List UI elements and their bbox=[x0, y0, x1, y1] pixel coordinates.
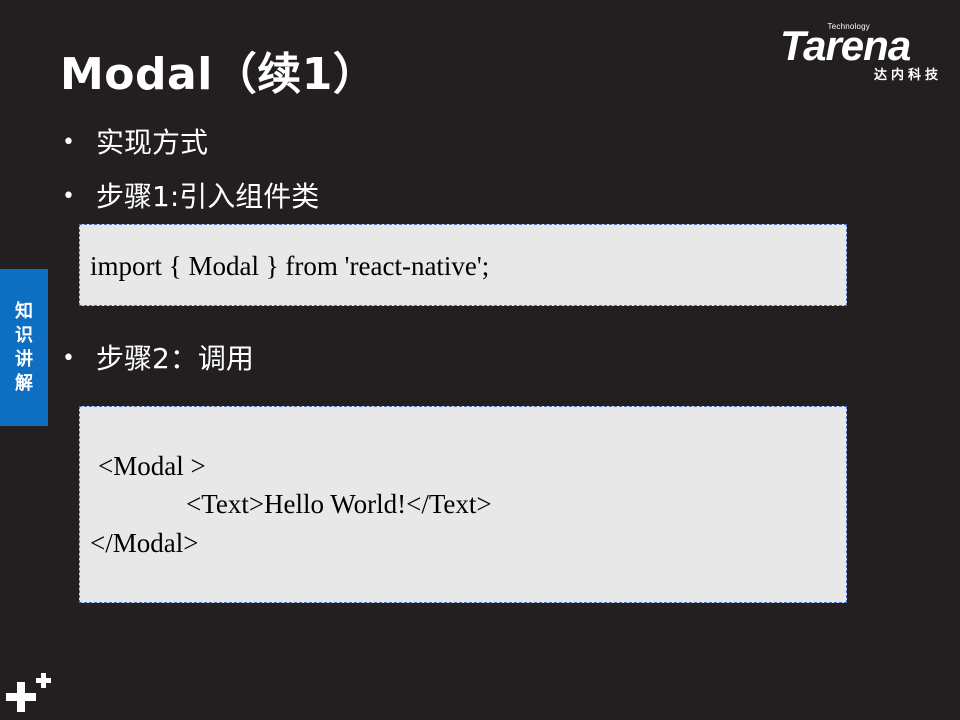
bullet-marker: • bbox=[62, 346, 75, 371]
plus-logo-icon bbox=[6, 673, 51, 712]
code-block-import: import { Modal } from 'react-native'; bbox=[79, 224, 847, 306]
side-tab-char: 解 bbox=[15, 372, 33, 394]
tarena-logo: Technology Tarena 达内科技 bbox=[778, 22, 948, 84]
bullet-marker: • bbox=[62, 184, 75, 209]
bullet-item: • 实现方式 bbox=[62, 121, 208, 161]
bullet-marker: • bbox=[62, 130, 75, 155]
side-tab-char: 讲 bbox=[15, 348, 33, 370]
bullet-text: 实现方式 bbox=[96, 126, 209, 159]
bullet-text: 步骤1:引入组件类 bbox=[96, 180, 320, 213]
code-line: <Text>Hello World!</Text> bbox=[186, 489, 492, 519]
side-tab-char: 知 bbox=[15, 300, 33, 322]
side-tab-char: 识 bbox=[15, 324, 33, 346]
side-tab-knowledge[interactable]: 知 识 讲 解 bbox=[0, 269, 48, 426]
code-block-usage: <Modal > <Text>Hello World!</Text> </Mod… bbox=[79, 406, 847, 603]
page-title: Modal（续1） bbox=[60, 49, 378, 100]
logo-word: Tarena bbox=[780, 22, 911, 69]
logo-cn-name: 达内科技 bbox=[873, 68, 942, 83]
code-line: </Modal> bbox=[90, 528, 199, 558]
bullet-text: 步骤2：调用 bbox=[96, 342, 254, 375]
bullet-item: • 步骤2：调用 bbox=[62, 337, 254, 377]
code-line: <Modal > bbox=[98, 451, 206, 481]
bullet-item: • 步骤1:引入组件类 bbox=[62, 175, 319, 215]
code-line: import { Modal } from 'react-native'; bbox=[90, 251, 490, 281]
